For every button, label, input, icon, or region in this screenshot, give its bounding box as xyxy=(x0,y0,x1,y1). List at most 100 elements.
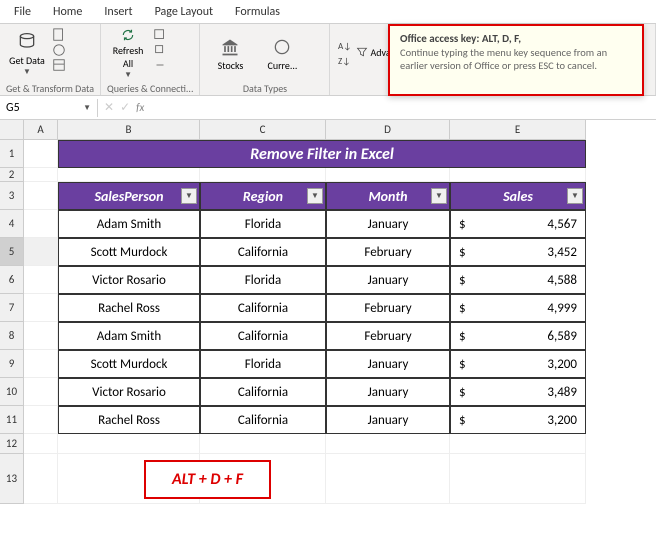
cell-salesperson[interactable]: Scott Murdock xyxy=(58,238,200,266)
cell-salesperson[interactable]: Victor Rosario xyxy=(58,378,200,406)
cell[interactable] xyxy=(24,182,58,210)
get-data-button[interactable]: Get Data ▼ xyxy=(6,28,48,80)
cell[interactable] xyxy=(58,434,200,454)
row-header[interactable]: 13 xyxy=(0,454,24,504)
cell-region[interactable]: Florida xyxy=(200,350,326,378)
cell-month[interactable]: January xyxy=(326,406,450,434)
cell-region[interactable]: California xyxy=(200,406,326,434)
cell-sales[interactable]: $4,999 xyxy=(450,294,586,322)
cell[interactable] xyxy=(200,434,326,454)
cell-month[interactable]: January xyxy=(326,378,450,406)
tab-insert[interactable]: Insert xyxy=(94,1,142,23)
cell-salesperson[interactable]: Scott Murdock xyxy=(58,350,200,378)
cell[interactable] xyxy=(24,210,58,238)
filter-button[interactable]: ▼ xyxy=(431,188,447,204)
cell-month[interactable]: February xyxy=(326,238,450,266)
cell[interactable] xyxy=(326,168,450,182)
table-header-salesperson[interactable]: SalesPerson▼ xyxy=(58,182,200,210)
cell-sales[interactable]: $6,589 xyxy=(450,322,586,350)
cell-salesperson[interactable]: Adam Smith xyxy=(58,322,200,350)
cell[interactable] xyxy=(326,454,450,504)
table-header-region[interactable]: Region▼ xyxy=(200,182,326,210)
file-icon[interactable] xyxy=(52,28,66,42)
web-icon[interactable] xyxy=(52,43,66,57)
col-header[interactable]: D xyxy=(326,120,450,140)
cell-month[interactable]: February xyxy=(326,294,450,322)
table-header-sales[interactable]: Sales▼ xyxy=(450,182,586,210)
cell-sales[interactable]: $4,567 xyxy=(450,210,586,238)
cell[interactable] xyxy=(200,168,326,182)
tab-home[interactable]: Home xyxy=(43,1,92,23)
cell[interactable] xyxy=(24,266,58,294)
name-box[interactable]: G5 ▼ xyxy=(0,99,98,117)
cell[interactable] xyxy=(24,322,58,350)
col-header[interactable]: A xyxy=(24,120,58,140)
row-header[interactable]: 9 xyxy=(0,350,24,378)
cell-salesperson[interactable]: Rachel Ross xyxy=(58,294,200,322)
cell[interactable] xyxy=(24,454,58,504)
row-header[interactable]: 3 xyxy=(0,182,24,210)
currencies-button[interactable]: Curre... xyxy=(258,28,306,80)
cell-sales[interactable]: $3,452 xyxy=(450,238,586,266)
table-header-month[interactable]: Month▼ xyxy=(326,182,450,210)
filter-button[interactable]: ▼ xyxy=(567,188,583,204)
cell-sales[interactable]: $4,588 xyxy=(450,266,586,294)
grid-body[interactable]: Remove Filter in Excel SalesPerson▼ Regi… xyxy=(24,140,656,504)
cell[interactable] xyxy=(24,238,58,266)
cell[interactable] xyxy=(58,168,200,182)
cell-sales[interactable]: $3,200 xyxy=(450,406,586,434)
select-all-corner[interactable] xyxy=(0,120,24,140)
cell[interactable] xyxy=(24,168,58,182)
cell[interactable] xyxy=(450,454,586,504)
row-header[interactable]: 1 xyxy=(0,140,24,168)
cell-month[interactable]: January xyxy=(326,266,450,294)
row-header[interactable]: 12 xyxy=(0,434,24,454)
cell-month[interactable]: January xyxy=(326,350,450,378)
cell-month[interactable]: February xyxy=(326,322,450,350)
tab-file[interactable]: File xyxy=(4,1,41,23)
cell-salesperson[interactable]: Adam Smith xyxy=(58,210,200,238)
cell[interactable] xyxy=(24,140,58,168)
sort-za-icon[interactable]: Z↓ xyxy=(336,53,350,67)
cell-region[interactable]: California xyxy=(200,294,326,322)
cell-region[interactable]: Florida xyxy=(200,266,326,294)
cell[interactable] xyxy=(326,434,450,454)
title-banner[interactable]: Remove Filter in Excel xyxy=(58,140,586,168)
cell-sales[interactable]: $3,489 xyxy=(450,378,586,406)
edit-links-icon[interactable] xyxy=(153,58,167,72)
cell[interactable] xyxy=(24,378,58,406)
filter-button[interactable]: ▼ xyxy=(181,188,197,204)
cell[interactable] xyxy=(24,434,58,454)
row-header[interactable]: 2 xyxy=(0,168,24,182)
tab-pagelayout[interactable]: Page Layout xyxy=(145,1,223,23)
cell-month[interactable]: January xyxy=(326,210,450,238)
cell[interactable] xyxy=(24,294,58,322)
cell[interactable] xyxy=(450,168,586,182)
row-header[interactable]: 6 xyxy=(0,266,24,294)
cell-region[interactable]: Florida xyxy=(200,210,326,238)
refresh-all-button[interactable]: Refresh All ▼ xyxy=(107,28,149,80)
col-header[interactable]: E xyxy=(450,120,586,140)
stocks-button[interactable]: Stocks xyxy=(206,28,254,80)
row-header[interactable]: 7 xyxy=(0,294,24,322)
table-icon[interactable] xyxy=(52,58,66,72)
cell-region[interactable]: California xyxy=(200,322,326,350)
row-header[interactable]: 4 xyxy=(0,210,24,238)
query-icon[interactable] xyxy=(153,28,167,42)
fx-button[interactable]: fx xyxy=(136,101,144,114)
cell[interactable] xyxy=(24,350,58,378)
row-header[interactable]: 8 xyxy=(0,322,24,350)
cell[interactable] xyxy=(24,406,58,434)
cell-region[interactable]: California xyxy=(200,238,326,266)
cell-region[interactable]: California xyxy=(200,378,326,406)
filter-button[interactable]: ▼ xyxy=(307,188,323,204)
cell-salesperson[interactable]: Rachel Ross xyxy=(58,406,200,434)
col-header[interactable]: C xyxy=(200,120,326,140)
properties-icon[interactable] xyxy=(153,43,167,57)
cell-sales[interactable]: $3,200 xyxy=(450,350,586,378)
cell[interactable] xyxy=(450,434,586,454)
row-header[interactable]: 5 xyxy=(0,238,24,266)
cell-salesperson[interactable]: Victor Rosario xyxy=(58,266,200,294)
sort-az-icon[interactable]: A↓ xyxy=(336,38,350,52)
row-header[interactable]: 10 xyxy=(0,378,24,406)
